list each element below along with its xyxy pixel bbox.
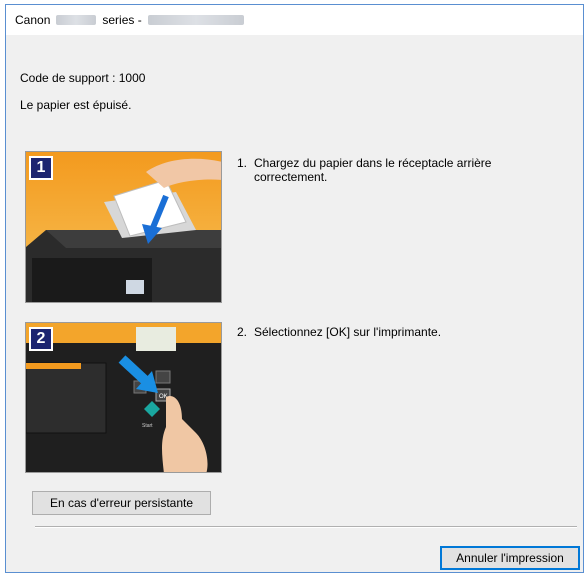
title-bar: Canon series - (6, 5, 583, 35)
title-address-redacted (147, 15, 244, 25)
title-series: series - (102, 13, 142, 27)
step-1-text-line2: correctement. (254, 170, 328, 184)
step-1-illustration: 1 (25, 151, 222, 303)
cancel-print-button[interactable]: Annuler l'impression (440, 546, 580, 570)
step-2-number: 2. (237, 325, 248, 339)
persistent-error-button[interactable]: En cas d'erreur persistante (32, 491, 211, 515)
step-2-instruction: 2. Sélectionnez [OK] sur l'imprimante. (237, 325, 537, 339)
step-2-illustration: OK Start 2 (25, 322, 222, 473)
step-1-instruction: 1. Chargez du papier dans le réceptacle a… (237, 156, 537, 184)
divider (35, 526, 577, 528)
step-1-badge: 1 (29, 156, 53, 180)
step-1-number: 1. (237, 156, 248, 170)
error-dialog: Canon series - Code de support : 1000 Le… (5, 4, 584, 573)
panel-start-label: Start (142, 423, 153, 429)
title-model-redacted (56, 15, 97, 25)
support-code: Code de support : 1000 (20, 71, 146, 85)
error-message: Le papier est épuisé. (20, 98, 132, 112)
step-2-badge: 2 (29, 327, 53, 351)
title-brand: Canon (15, 13, 51, 27)
step-1-text-line1: Chargez du papier dans le réceptacle arr… (254, 156, 492, 170)
step-2-text: Sélectionnez [OK] sur l'imprimante. (254, 325, 442, 339)
